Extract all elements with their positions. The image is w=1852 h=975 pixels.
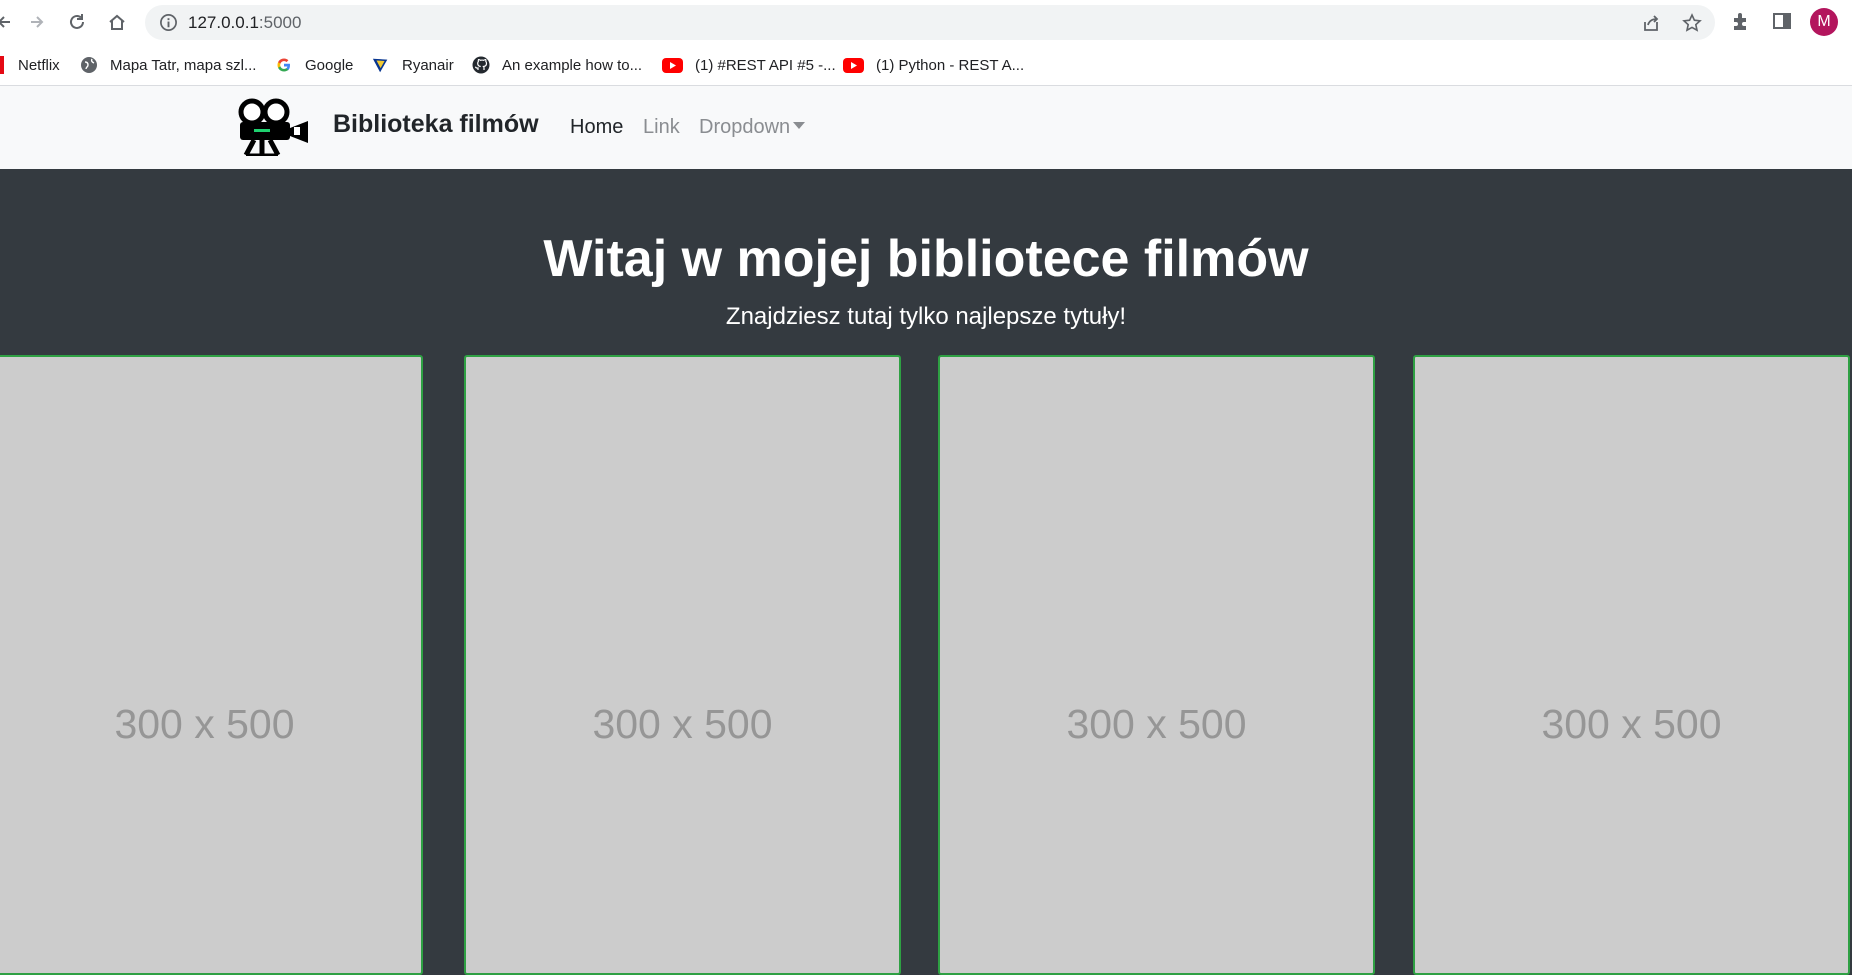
bookmark-label: (1) #REST API #5 -... xyxy=(695,56,836,74)
bookmark-label: An example how to... xyxy=(502,56,643,74)
url-text: 127.0.0.1:5000 xyxy=(188,13,301,33)
nav-home-link[interactable]: Home xyxy=(570,116,623,139)
bookmarks-bar: Netflix Mapa Tatr, mapa szl... Google Ry… xyxy=(0,44,1852,86)
movie-card[interactable]: 300 x 500 xyxy=(1413,355,1850,975)
brand-title[interactable]: Biblioteka filmów xyxy=(333,110,539,139)
side-panel-icon[interactable] xyxy=(1771,10,1795,34)
profile-avatar[interactable]: M xyxy=(1810,8,1838,36)
bookmark-python-rest[interactable]: (1) Python - REST A... xyxy=(843,54,1024,76)
youtube-icon xyxy=(662,56,683,74)
bookmark-mapa-tatr[interactable]: Mapa Tatr, mapa szl... xyxy=(80,54,256,76)
bookmark-ryanair[interactable]: Ryanair xyxy=(372,54,454,76)
bookmark-netflix[interactable]: Netflix xyxy=(0,54,60,76)
poster-placeholder: 300 x 500 xyxy=(1541,701,1722,747)
share-icon[interactable] xyxy=(1641,13,1661,33)
bookmark-rest-api[interactable]: (1) #REST API #5 -... xyxy=(662,54,836,76)
youtube-icon xyxy=(843,56,864,74)
bookmark-label: Mapa Tatr, mapa szl... xyxy=(110,56,257,74)
bookmark-github-example[interactable]: An example how to... xyxy=(472,54,642,76)
back-icon[interactable] xyxy=(0,10,16,34)
poster-placeholder: 300 x 500 xyxy=(592,701,773,747)
reload-icon[interactable] xyxy=(65,10,89,34)
poster-placeholder: 300 x 500 xyxy=(1066,701,1247,747)
bookmark-label: Netflix xyxy=(18,56,60,74)
url-host: 127.0.0.1 xyxy=(188,13,259,32)
home-icon[interactable] xyxy=(105,10,129,34)
site-info-icon[interactable] xyxy=(159,13,178,32)
forward-icon[interactable] xyxy=(25,10,49,34)
bookmark-star-icon[interactable] xyxy=(1682,13,1702,33)
hero-section: Witaj w mojej bibliotece filmów Znajdzie… xyxy=(0,169,1852,975)
google-icon xyxy=(275,56,293,74)
movie-card[interactable]: 300 x 500 xyxy=(464,355,901,975)
nav-dropdown-toggle[interactable]: Dropdown xyxy=(699,116,806,139)
netflix-icon xyxy=(0,56,4,74)
bookmark-label: Google xyxy=(305,56,354,74)
hero-title: Witaj w mojej bibliotece filmów xyxy=(543,230,1309,288)
url-port: :5000 xyxy=(258,13,302,32)
address-bar[interactable]: 127.0.0.1:5000 xyxy=(145,5,1715,40)
bookmark-google[interactable]: Google xyxy=(275,54,353,76)
movie-card[interactable]: 300 x 500 xyxy=(0,355,423,975)
site-navbar: Biblioteka filmów Home Link Dropdown xyxy=(0,86,1852,169)
github-icon xyxy=(472,56,490,74)
movie-card[interactable]: 300 x 500 xyxy=(938,355,1375,975)
caret-down-icon xyxy=(793,122,806,129)
film-camera-icon[interactable] xyxy=(234,98,312,157)
dropdown-label: Dropdown xyxy=(699,116,791,138)
browser-toolbar: 127.0.0.1:5000 M xyxy=(0,0,1852,44)
poster-placeholder: 300 x 500 xyxy=(114,701,295,747)
bookmark-label: (1) Python - REST A... xyxy=(876,56,1025,74)
bookmark-label: Ryanair xyxy=(402,56,454,74)
nav-link-link[interactable]: Link xyxy=(643,116,680,139)
extensions-icon[interactable] xyxy=(1730,10,1754,34)
hero-subtitle: Znajdziesz tutaj tylko najlepsze tytuły! xyxy=(725,303,1127,330)
ryanair-icon xyxy=(372,56,390,74)
globe-icon xyxy=(80,56,98,74)
